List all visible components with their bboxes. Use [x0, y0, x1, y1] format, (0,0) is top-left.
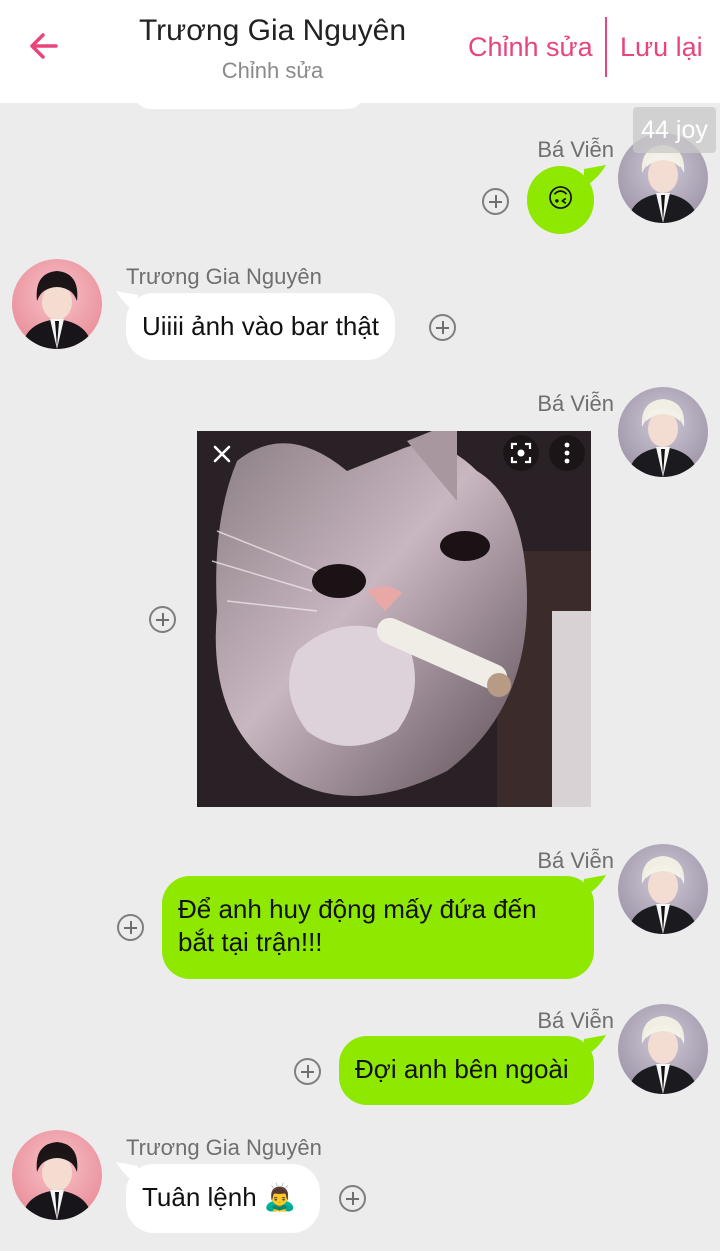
sender-name: Bá Viễn	[537, 391, 614, 416]
person-avatar-icon	[12, 1130, 102, 1220]
message-bubble[interactable]: Đợi anh bên ngoài	[339, 1036, 594, 1105]
sender-name: Trương Gia Nguyên	[126, 264, 322, 289]
avatar-ba-vien[interactable]	[618, 1004, 708, 1094]
more-vertical-icon	[564, 442, 570, 464]
person-avatar-icon	[618, 844, 708, 934]
message-bubble[interactable]: Tuân lệnh 🙇‍♂️	[126, 1164, 320, 1233]
add-reaction-button[interactable]	[339, 1185, 366, 1212]
add-reaction-button[interactable]	[117, 914, 144, 941]
chat-area[interactable]: 44 joy Bá Viễn 🙃 Trương Gia Nguyên Uiiii…	[0, 103, 720, 1251]
sender-name: Trương Gia Nguyên	[126, 1135, 322, 1160]
previous-message-bubble	[133, 103, 365, 109]
avatar-ba-vien[interactable]	[618, 387, 708, 477]
image-message[interactable]	[197, 431, 591, 807]
close-icon	[213, 445, 231, 463]
edit-button[interactable]: Chỉnh sửa	[468, 32, 593, 63]
lens-scan-button[interactable]	[503, 435, 539, 471]
header-divider	[605, 17, 607, 77]
scan-icon	[510, 442, 532, 464]
watermark: 44 joy	[633, 107, 716, 153]
sender-name: Bá Viễn	[537, 137, 614, 162]
cat-smoking-photo	[197, 431, 591, 807]
message-bubble[interactable]: Để anh huy động mấy đứa đến bắt tại trận…	[162, 876, 594, 979]
add-reaction-button[interactable]	[294, 1058, 321, 1085]
close-image-button[interactable]	[205, 437, 239, 471]
person-avatar-icon	[12, 259, 102, 349]
avatar-truong-gia-nguyen[interactable]	[12, 259, 102, 349]
avatar-ba-vien[interactable]	[618, 844, 708, 934]
back-button[interactable]	[20, 22, 68, 70]
message-bubble[interactable]: 🙃	[527, 166, 594, 234]
add-reaction-button[interactable]	[482, 188, 509, 215]
sender-name: Bá Viễn	[537, 848, 614, 873]
top-bar: Trương Gia Nguyên Chỉnh sửa Chỉnh sửa Lư…	[0, 0, 720, 103]
message-bubble[interactable]: Uiiii ảnh vào bar thật	[126, 293, 396, 360]
back-arrow-icon	[30, 33, 58, 59]
chat-subtitle: Chỉnh sửa	[221, 58, 324, 83]
sender-name: Bá Viễn	[537, 1008, 614, 1033]
more-options-button[interactable]	[549, 435, 585, 471]
person-avatar-icon	[618, 387, 708, 477]
save-button[interactable]: Lưu lại	[620, 32, 703, 63]
person-avatar-icon	[618, 1004, 708, 1094]
chat-title: Trương Gia Nguyên	[138, 14, 407, 47]
add-reaction-button[interactable]	[149, 606, 176, 633]
add-reaction-button[interactable]	[429, 314, 456, 341]
avatar-truong-gia-nguyen[interactable]	[12, 1130, 102, 1220]
